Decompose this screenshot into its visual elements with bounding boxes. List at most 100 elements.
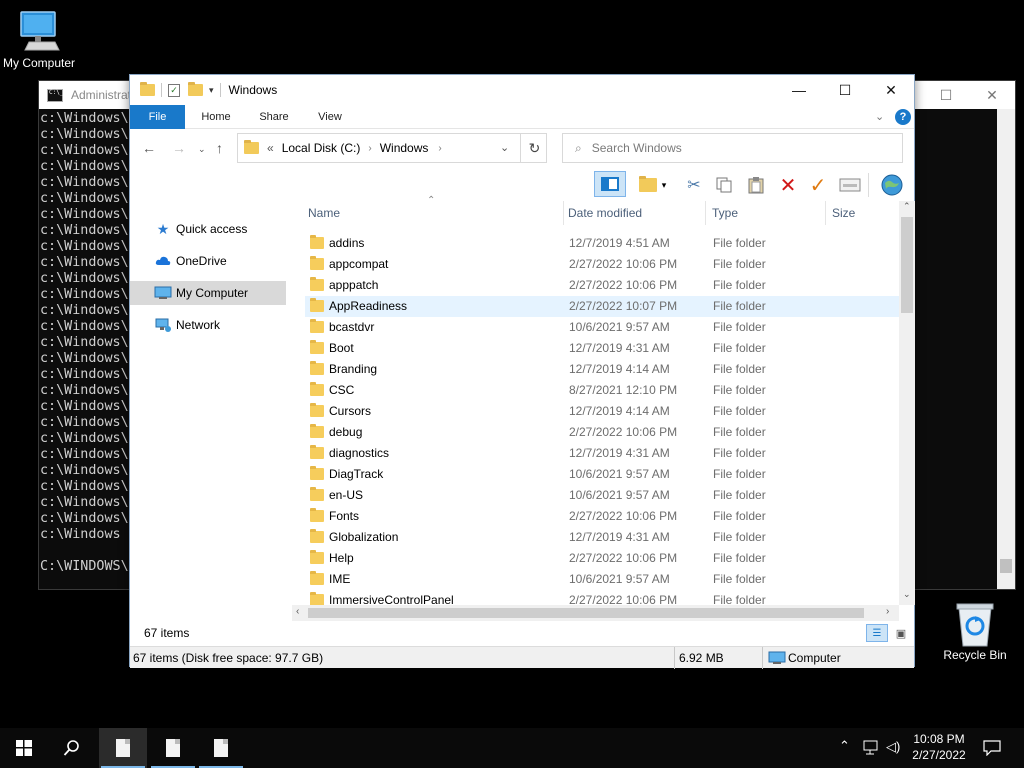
address-bar[interactable]: « Local Disk (C:) › Windows › ⌄ bbox=[237, 133, 547, 163]
table-row[interactable]: apppatch 2/27/2022 10:06 PM File folder bbox=[305, 275, 901, 296]
up-arrow-icon[interactable]: ↑ bbox=[216, 140, 223, 156]
search-input[interactable]: Search Windows bbox=[592, 141, 682, 155]
scrollbar-thumb[interactable] bbox=[1000, 559, 1012, 573]
properties-icon[interactable]: ✓ bbox=[168, 83, 180, 97]
table-row[interactable]: debug 2/27/2022 10:06 PM File folder bbox=[305, 422, 901, 443]
search-button[interactable] bbox=[48, 728, 96, 768]
file-type: File folder bbox=[713, 446, 766, 460]
explorer-window[interactable]: ✓ ▾ Windows — ☐ ✕ File Home Share View ⌄… bbox=[129, 74, 915, 669]
folder-options-icon[interactable] bbox=[636, 173, 660, 197]
rename-icon[interactable]: ✓ bbox=[806, 173, 830, 197]
sidebar-item-quick-access[interactable]: ★ Quick access bbox=[130, 217, 286, 241]
table-row[interactable]: DiagTrack 10/6/2021 9:57 AM File folder bbox=[305, 464, 901, 485]
expand-ribbon-icon[interactable]: ⌄ bbox=[875, 110, 884, 123]
taskbar-app-3[interactable] bbox=[197, 728, 245, 768]
notifications-icon[interactable] bbox=[983, 740, 1001, 759]
close-icon[interactable]: ✕ bbox=[868, 75, 914, 105]
forward-arrow-icon[interactable]: → bbox=[172, 140, 186, 156]
scroll-up-icon[interactable]: ⌃ bbox=[903, 201, 911, 212]
minimize-icon[interactable]: — bbox=[776, 75, 822, 105]
properties-icon[interactable] bbox=[838, 173, 862, 197]
desktop-icon-my-computer[interactable]: My Computer bbox=[0, 8, 78, 70]
maximize-icon[interactable]: ☐ bbox=[822, 75, 868, 105]
table-row[interactable]: AppReadiness 2/27/2022 10:07 PM File folde… bbox=[305, 296, 901, 317]
search-box[interactable]: ⌕ Search Windows bbox=[562, 133, 903, 163]
sidebar-item-onedrive[interactable]: OneDrive bbox=[130, 249, 286, 273]
customize-toolbar-icon[interactable]: ▾ bbox=[209, 85, 214, 96]
column-header-size[interactable]: Size bbox=[829, 201, 855, 225]
divider[interactable] bbox=[825, 201, 826, 225]
divider bbox=[762, 647, 763, 669]
breadcrumb-windows[interactable]: Windows bbox=[380, 141, 429, 155]
recent-locations-icon[interactable]: ⌄ bbox=[198, 144, 206, 155]
scrollbar-thumb[interactable] bbox=[901, 217, 913, 313]
back-arrow-icon[interactable]: ← bbox=[142, 140, 156, 156]
tab-share[interactable]: Share bbox=[250, 105, 298, 129]
explorer-titlebar[interactable]: ✓ ▾ Windows — ☐ ✕ bbox=[130, 75, 914, 105]
table-row[interactable]: CSC 8/27/2021 12:10 PM File folder bbox=[305, 380, 901, 401]
table-row[interactable]: Cursors 12/7/2019 4:14 AM File folder bbox=[305, 401, 901, 422]
scroll-left-icon[interactable]: ‹ bbox=[296, 606, 299, 617]
table-row[interactable]: addins 12/7/2019 4:51 AM File folder bbox=[305, 233, 901, 254]
scroll-down-icon[interactable]: ⌄ bbox=[903, 589, 911, 600]
column-header-type[interactable]: Type bbox=[709, 201, 738, 225]
paste-icon[interactable] bbox=[744, 173, 768, 197]
cloud-icon bbox=[154, 256, 172, 266]
tab-home[interactable]: Home bbox=[192, 105, 240, 129]
maximize-icon[interactable]: ☐ bbox=[923, 81, 969, 109]
sidebar-item-my-computer[interactable]: My Computer bbox=[130, 281, 286, 305]
address-dropdown-icon[interactable]: ⌄ bbox=[500, 141, 509, 154]
table-row[interactable]: Branding 12/7/2019 4:14 AM File folder bbox=[305, 359, 901, 380]
table-row[interactable]: en-US 10/6/2021 9:57 AM File folder bbox=[305, 485, 901, 506]
divider[interactable] bbox=[705, 201, 706, 225]
table-row[interactable]: IME 10/6/2021 9:57 AM File folder bbox=[305, 569, 901, 590]
help-icon[interactable]: ? bbox=[895, 109, 911, 125]
table-row[interactable]: Help 2/27/2022 10:06 PM File folder bbox=[305, 548, 901, 569]
globe-icon[interactable] bbox=[880, 173, 904, 197]
close-icon[interactable]: ✕ bbox=[969, 81, 1015, 109]
chevron-up-icon[interactable]: ⌃ bbox=[839, 738, 850, 754]
console-scrollbar[interactable] bbox=[997, 109, 1015, 589]
column-headers: Name ⌃ Date modified Type Size bbox=[305, 195, 901, 225]
copy-icon[interactable] bbox=[712, 173, 736, 197]
sidebar-item-network[interactable]: Network bbox=[130, 313, 286, 337]
delete-icon[interactable]: ✕ bbox=[776, 173, 800, 197]
horizontal-scrollbar[interactable]: ‹ › bbox=[292, 605, 899, 621]
tab-file[interactable]: File bbox=[130, 105, 185, 129]
column-header-name[interactable]: Name bbox=[305, 201, 340, 225]
taskbar-app-2[interactable] bbox=[149, 728, 197, 768]
table-row[interactable]: diagnostics 12/7/2019 4:31 AM File folder bbox=[305, 443, 901, 464]
scroll-right-icon[interactable]: › bbox=[886, 606, 889, 617]
taskbar-app-1[interactable] bbox=[99, 728, 147, 768]
file-type: File folder bbox=[713, 572, 766, 586]
breadcrumb-local-disk[interactable]: Local Disk (C:) bbox=[282, 141, 361, 155]
table-row[interactable]: Fonts 2/27/2022 10:06 PM File folder bbox=[305, 506, 901, 527]
table-row[interactable]: bcastdvr 10/6/2021 9:57 AM File folder bbox=[305, 317, 901, 338]
large-icons-view-icon[interactable]: ▣ bbox=[892, 624, 910, 642]
network-icon[interactable] bbox=[862, 740, 880, 759]
divider bbox=[219, 83, 221, 97]
system-clock[interactable]: 10:08 PM 2/27/2022 bbox=[908, 731, 970, 763]
folder-icon bbox=[310, 487, 324, 501]
divider[interactable] bbox=[563, 201, 564, 225]
table-row[interactable]: appcompat 2/27/2022 10:06 PM File folder bbox=[305, 254, 901, 275]
tab-view[interactable]: View bbox=[306, 105, 354, 129]
breadcrumb-overflow[interactable]: « bbox=[267, 141, 274, 155]
vertical-scrollbar[interactable]: ⌃ ⌄ bbox=[899, 201, 915, 605]
scrollbar-thumb[interactable] bbox=[308, 608, 864, 618]
start-button[interactable] bbox=[0, 728, 48, 768]
column-header-date[interactable]: Date modified bbox=[565, 201, 642, 225]
table-row[interactable]: Globalization 12/7/2019 4:31 AM File folde… bbox=[305, 527, 901, 548]
details-view-icon[interactable]: ☰ bbox=[866, 624, 888, 642]
desktop-icon-recycle-bin[interactable]: Recycle Bin bbox=[936, 600, 1014, 662]
chevron-right-icon[interactable]: › bbox=[438, 143, 441, 154]
dropdown-icon[interactable]: ▾ bbox=[658, 173, 670, 197]
preview-pane-icon[interactable] bbox=[594, 171, 626, 197]
refresh-button[interactable]: ↻ bbox=[520, 133, 548, 163]
new-folder-icon[interactable] bbox=[188, 82, 203, 96]
volume-icon[interactable]: ◁) bbox=[886, 739, 900, 755]
cut-icon[interactable]: ✂ bbox=[682, 173, 706, 197]
table-row[interactable]: Boot 12/7/2019 4:31 AM File folder bbox=[305, 338, 901, 359]
chevron-right-icon[interactable]: › bbox=[368, 143, 371, 154]
table-row[interactable]: ImmersiveControlPanel 2/27/2022 10:06 PM F… bbox=[305, 590, 901, 605]
